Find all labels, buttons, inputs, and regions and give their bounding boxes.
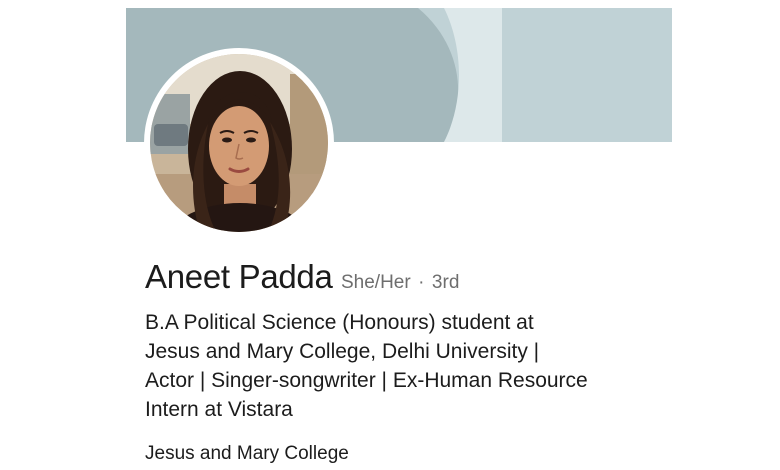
profile-headline: B.A Political Science (Honours) student … [145,308,665,424]
connection-degree: 3rd [431,272,460,293]
headline-line: Intern at Vistara [145,398,293,421]
headline-line: Actor | Singer-songwriter | Ex-Human Res… [145,369,588,392]
organization-link[interactable]: Jesus and Mary College [145,443,349,465]
avatar-image [150,54,328,232]
separator-dot: · [418,272,425,293]
profile-name: Aneet Padda [145,258,333,295]
pronouns: She/Her [340,272,411,293]
headline-line: B.A Political Science (Honours) student … [145,311,534,334]
profile-photo-frame [144,48,334,238]
avatar[interactable] [150,54,328,232]
headline-line: Jesus and Mary College, Delhi University… [145,340,540,363]
profile-card: Aneet Padda She/Her · 3rd B.A Political … [0,0,780,470]
name-row: Aneet Padda She/Her · 3rd [145,258,459,296]
